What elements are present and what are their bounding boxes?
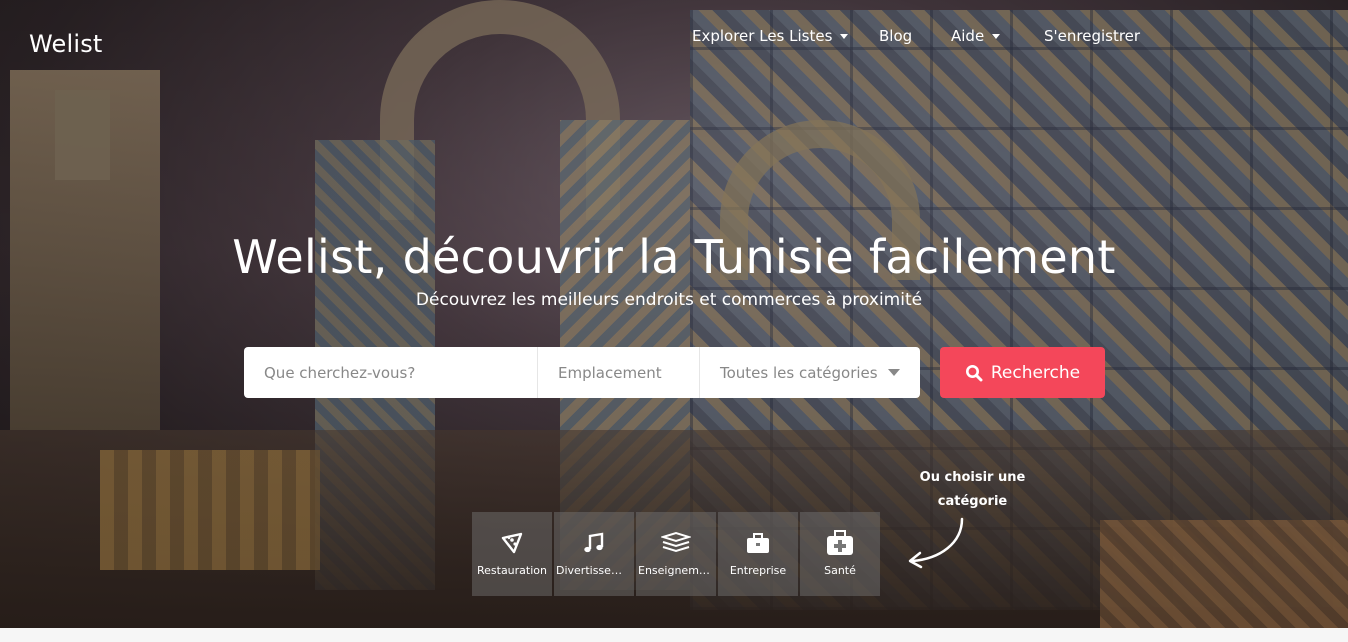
curved-arrow-icon	[908, 517, 964, 569]
nav-explorer-listes[interactable]: Explorer Les Listes	[692, 27, 849, 45]
category-label: Divertissement	[556, 564, 632, 577]
nav-label: Explorer Les Listes	[692, 27, 833, 45]
category-tile-enseignement[interactable]: Enseignement	[636, 512, 716, 596]
hero-title: Welist, découvrir la Tunisie facilement	[232, 230, 1116, 284]
search-bar: Toutes les catégories	[244, 347, 920, 398]
chevron-down-icon	[992, 34, 1001, 39]
category-select-value: Toutes les catégories	[720, 363, 878, 382]
search-input[interactable]	[244, 347, 538, 398]
hero-section: Welist Explorer Les Listes Blog Aide S'e…	[0, 0, 1348, 628]
category-tile-restauration[interactable]: Restauration	[472, 512, 552, 596]
category-tiles: Restauration Divertissement Enseignement…	[472, 512, 882, 596]
nav-register[interactable]: S'enregistrer	[1044, 27, 1140, 45]
category-label: Santé	[824, 564, 856, 577]
nav-label: Blog	[879, 27, 913, 45]
nav-blog[interactable]: Blog	[879, 27, 912, 45]
nav-label: S'enregistrer	[1044, 27, 1141, 45]
nav-label: Aide	[951, 27, 985, 45]
page-bottom-band	[0, 628, 1348, 642]
background-wall-right	[1100, 520, 1348, 628]
hero-subtitle: Découvrez les meilleurs endroits et comm…	[415, 290, 923, 310]
category-hint-line1: Ou choisir une	[919, 470, 1026, 485]
background-minaret-top	[55, 90, 110, 180]
category-tile-divertissement[interactable]: Divertissement	[554, 512, 634, 596]
nav-aide[interactable]: Aide	[951, 27, 1001, 45]
medkit-icon	[826, 528, 854, 558]
briefcase-icon	[746, 528, 770, 558]
site-logo[interactable]: Welist	[29, 30, 103, 58]
chevron-down-icon	[840, 34, 849, 39]
category-hint-line2: catégorie	[937, 494, 1008, 509]
category-tile-sante[interactable]: Santé	[800, 512, 880, 596]
search-icon	[965, 364, 983, 381]
music-icon	[582, 528, 606, 558]
category-label: Enseignement	[638, 564, 714, 577]
category-hint: Ou choisir une catégorie	[915, 466, 1030, 514]
category-tile-entreprise[interactable]: Entreprise	[718, 512, 798, 596]
books-icon	[661, 528, 691, 558]
category-label: Entreprise	[729, 564, 787, 577]
background-wall-left	[100, 450, 320, 570]
caret-down-icon	[888, 369, 900, 376]
search-button[interactable]: Recherche	[940, 347, 1105, 398]
location-input[interactable]	[538, 347, 700, 398]
category-label: Restauration	[476, 564, 547, 577]
pizza-icon	[500, 528, 524, 558]
category-select[interactable]: Toutes les catégories	[700, 347, 920, 398]
search-button-label: Recherche	[990, 362, 1081, 383]
